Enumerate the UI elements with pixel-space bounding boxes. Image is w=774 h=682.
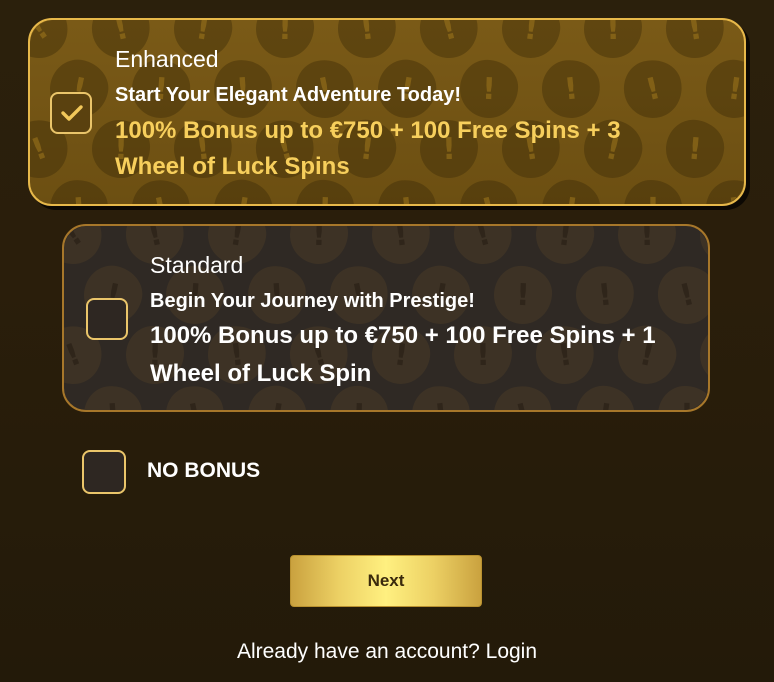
no-bonus-checkbox[interactable] [82,450,126,494]
enhanced-checkbox[interactable] [50,92,92,134]
exclamation-badge-icon: ! [624,180,682,204]
exclamation-badge-icon: ! [617,226,677,265]
exclamation-badge-icon: ! [651,259,708,331]
exclamation-badge-icon: ! [695,226,708,269]
exclamation-badge-icon: ! [663,117,727,181]
exclamation-badge-icon: ! [493,265,553,325]
exclamation-badge-icon: ! [658,386,708,410]
exclamation-badge-icon: ! [334,20,400,62]
exclamation-badge-icon: ! [64,226,114,276]
exclamation-badge-icon: ! [539,57,603,121]
exclamation-badge-icon: ! [368,226,434,268]
enhanced-offer-line-1: 100% Bonus up to €750 + 100 Free Spins +… [115,117,621,144]
next-button[interactable]: Next [290,555,482,607]
standard-offer: 100% Bonus up to €750 + 100 Free Spins +… [150,317,656,393]
exclamation-badge-icon: ! [702,176,744,204]
exclamation-badge-icon: ! [583,20,643,59]
exclamation-badge-icon: ! [459,59,519,119]
exclamation-badge-icon: ! [661,20,729,63]
exclamation-badge-icon: ! [82,384,144,410]
exclamation-badge-icon: ! [289,226,349,265]
exclamation-badge-icon: ! [702,56,744,122]
exclamation-badge-icon: ! [30,20,80,70]
exclamation-badge-icon: ! [617,53,689,125]
exclamation-badge-icon: ! [742,20,744,64]
bonus-selection-page: !!!!!!!!!!!!!!!!!!!!!!!!!!!!!!!!!!!!!! E… [0,0,774,682]
enhanced-title: Enhanced [115,46,219,72]
enhanced-offer-line-2: Wheel of Luck Spins [115,153,350,180]
exclamation-badge-icon: ! [498,20,564,62]
standard-offer-line-1: 100% Bonus up to €750 + 100 Free Spins +… [150,322,656,349]
login-link[interactable]: Login [486,640,537,663]
check-icon [61,105,83,121]
standard-offer-line-2: Wheel of Luck Spin [150,360,372,387]
exclamation-badge-icon: ! [48,178,110,204]
enhanced-offer: 100% Bonus up to €750 + 100 Free Spins +… [115,113,621,185]
exclamation-badge-icon: ! [697,323,708,387]
bonus-option-standard[interactable]: !!!!!!!!!!!!!!!!!!!!!!!!!!!!!!!!!! Stand… [62,224,710,412]
standard-checkbox[interactable] [86,298,128,340]
exclamation-badge-icon: ! [255,20,315,59]
enhanced-subtitle: Start Your Elegant Adventure Today! [115,84,461,106]
standard-title: Standard [150,252,244,278]
bonus-option-enhanced[interactable]: !!!!!!!!!!!!!!!!!!!!!!!!!!!!!!!!!!!!!! E… [28,18,746,206]
login-prompt-text: Already have an account? [236,640,480,663]
exclamation-badge-icon: ! [413,20,485,65]
exclamation-badge-icon: ! [532,226,598,268]
standard-subtitle: Begin Your Journey with Prestige! [150,290,475,312]
no-bonus-label[interactable]: NO BONUS [147,459,260,483]
exclamation-badge-icon: ! [447,226,519,271]
login-prompt-line: Already have an account? Login [0,640,774,664]
